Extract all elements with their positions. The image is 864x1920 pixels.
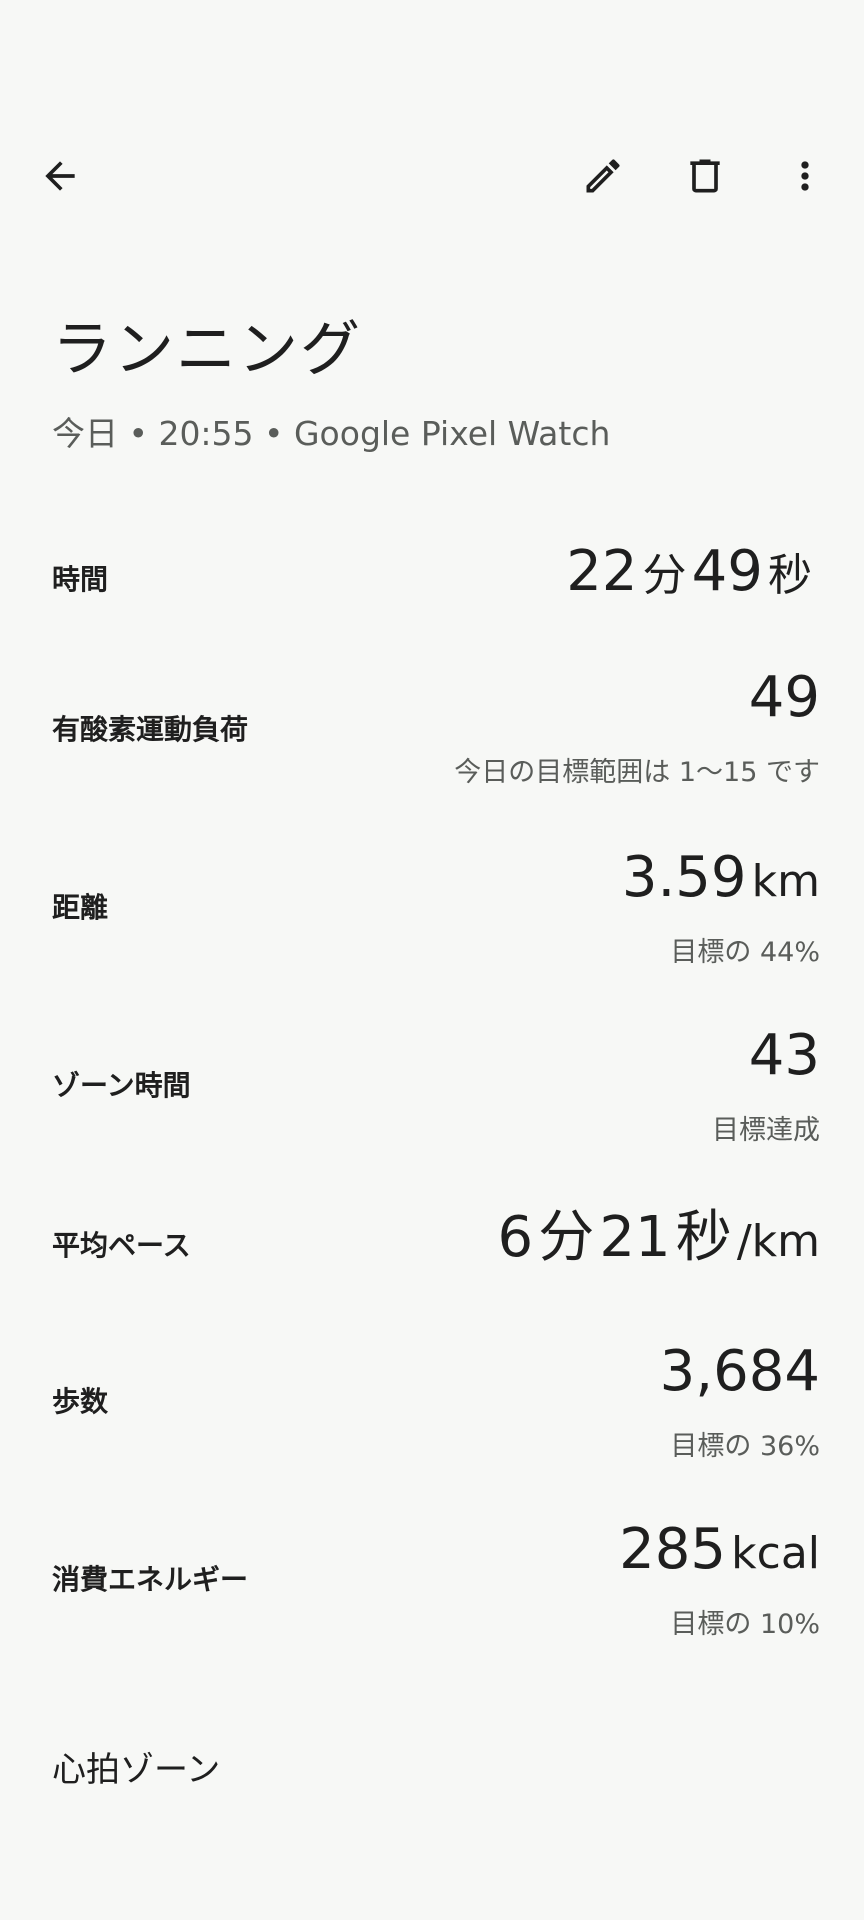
stat-label-cardio-load: 有酸素運動負荷 <box>52 713 249 746</box>
distance-goal-progress: 目標の 44% <box>670 937 820 968</box>
page-title: ランニング <box>52 315 362 385</box>
pace-minutes: 6 <box>497 1205 534 1270</box>
energy-unit: kcal <box>731 1528 820 1579</box>
cardio-load-target: 今日の目標範囲は 1〜15 です <box>454 757 820 788</box>
stat-value-avg-pace: 6 分 21 秒 /km <box>498 1210 820 1266</box>
edit-button[interactable] <box>567 140 639 212</box>
stat-label-avg-pace: 平均ペース <box>52 1229 191 1262</box>
more-vert-icon <box>801 161 809 191</box>
stat-row-cardio-load: 有酸素運動負荷 49 今日の目標範囲は 1〜15 です <box>0 660 864 790</box>
pencil-icon <box>586 159 620 193</box>
stat-value-distance: 3.59 km <box>622 850 820 906</box>
duration-minutes: 22 <box>566 539 638 604</box>
back-button[interactable] <box>24 140 96 212</box>
stat-label-energy: 消費エネルギー <box>52 1563 249 1596</box>
top-app-bar <box>0 140 864 212</box>
pace-seconds-unit: 秒 <box>675 1205 732 1270</box>
duration-seconds: 49 <box>691 539 763 604</box>
stat-label-zone-minutes: ゾーン時間 <box>52 1069 191 1102</box>
stat-value-duration: 22 分 49 秒 <box>566 544 812 600</box>
arrow-back-icon <box>45 161 75 191</box>
more-options-button[interactable] <box>769 140 841 212</box>
stat-row-duration: 時間 22 分 49 秒 <box>0 530 864 620</box>
zone-minutes-value: 43 <box>748 1023 820 1088</box>
distance-value: 3.59 <box>621 845 747 910</box>
duration-seconds-unit: 秒 <box>768 550 812 601</box>
stat-label-steps: 歩数 <box>52 1385 109 1418</box>
duration-minutes-unit: 分 <box>642 550 687 601</box>
stat-value-zone-minutes: 43 <box>749 1028 820 1084</box>
workout-subtitle: 今日 • 20:55 • Google Pixel Watch <box>52 414 611 453</box>
stat-row-zone-minutes: ゾーン時間 43 目標達成 <box>0 1018 864 1148</box>
stat-value-energy: 285 kcal <box>619 1522 820 1578</box>
stat-row-distance: 距離 3.59 km 目標の 44% <box>0 840 864 970</box>
stat-label-duration: 時間 <box>52 563 109 596</box>
distance-unit: km <box>751 856 820 907</box>
trash-icon <box>690 159 720 193</box>
cardio-load-value: 49 <box>748 665 820 730</box>
stat-value-steps: 3,684 <box>660 1344 820 1400</box>
steps-value: 3,684 <box>659 1339 820 1404</box>
stat-row-avg-pace: 平均ペース 6 分 21 秒 /km <box>0 1200 864 1290</box>
stat-label-distance: 距離 <box>52 891 109 924</box>
energy-goal-progress: 目標の 10% <box>670 1609 820 1640</box>
stat-row-energy: 消費エネルギー 285 kcal 目標の 10% <box>0 1512 864 1642</box>
delete-button[interactable] <box>669 140 741 212</box>
stat-value-cardio-load: 49 <box>749 670 820 726</box>
pace-per-unit: /km <box>736 1216 820 1267</box>
pace-seconds: 21 <box>599 1205 671 1270</box>
heart-rate-zones-heading: 心拍ゾーン <box>52 1750 221 1790</box>
stat-row-steps: 歩数 3,684 目標の 36% <box>0 1334 864 1464</box>
zone-minutes-status: 目標達成 <box>712 1115 820 1146</box>
energy-value: 285 <box>619 1517 727 1582</box>
steps-goal-progress: 目標の 36% <box>670 1431 820 1462</box>
pace-minutes-unit: 分 <box>538 1205 595 1270</box>
